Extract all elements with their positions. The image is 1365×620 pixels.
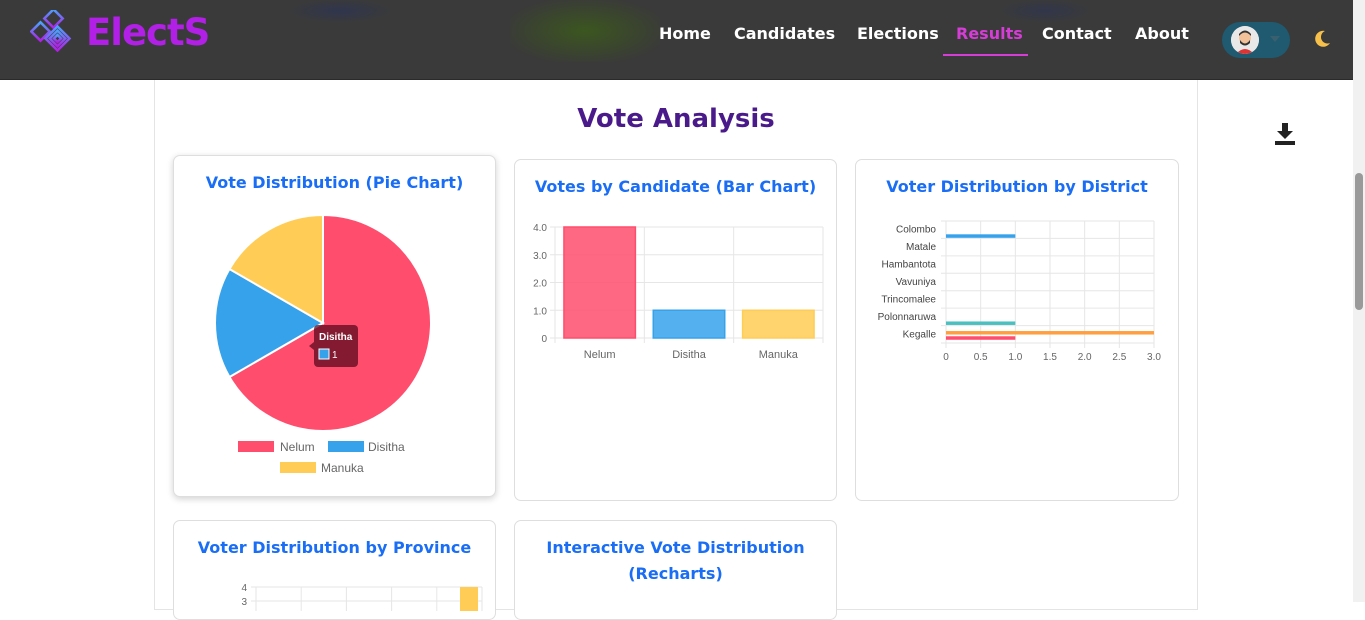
y-tick-label: Trincomalee <box>881 294 936 305</box>
bar-partial[interactable] <box>460 587 478 611</box>
moon-icon[interactable] <box>1312 29 1332 49</box>
legend-label-manuka: Manuka <box>321 461 364 475</box>
user-avatar-icon[interactable] <box>1231 26 1259 54</box>
x-tick-label: 0.5 <box>974 352 988 363</box>
district-chart-card: Voter Distribution by District 0 0.5 1.0 1.… <box>855 159 1179 501</box>
y-tick-label: Polonnaruwa <box>878 312 937 323</box>
x-tick-label: 0 <box>943 352 949 363</box>
nav-link-candidates[interactable]: Candidates <box>734 24 835 43</box>
x-tick-label: 1.5 <box>1043 352 1057 363</box>
tooltip-label: Disitha <box>319 332 353 343</box>
bar-manuka[interactable] <box>741 309 815 339</box>
x-tick-label: 1.0 <box>1008 352 1022 363</box>
province-chart-card: Voter Distribution by Province 43 <box>173 520 496 620</box>
legend-label-disitha: Disitha <box>368 440 405 454</box>
nav-background-glow <box>1000 0 1090 22</box>
y-tick-label: Colombo <box>896 225 936 236</box>
nav-link-contact[interactable]: Contact <box>1042 24 1112 43</box>
recharts-card: Interactive Vote Distribution (Recharts) <box>514 520 837 620</box>
tooltip-value: 1 <box>332 350 338 361</box>
legend-swatch-disitha[interactable] <box>328 441 364 452</box>
y-tick-label: 1.0 <box>533 306 547 317</box>
active-nav-indicator <box>943 54 1028 56</box>
bar-chart[interactable]: 0 1.0 2.0 3.0 4.0 Nelum Disitha Manuka <box>515 160 836 500</box>
y-tick-label: 2.0 <box>533 279 547 290</box>
y-tick-label: Matale <box>906 242 936 253</box>
x-tick-label: Nelum <box>584 349 616 361</box>
y-tick-label: 3.0 <box>533 251 547 262</box>
brand-name[interactable]: ElectS <box>86 11 210 54</box>
card-title: Interactive Vote Distribution <box>546 538 805 557</box>
bar-disitha[interactable] <box>652 309 726 339</box>
bar-kegalle-series-3[interactable] <box>946 336 1016 340</box>
y-tick-label: 4 <box>241 583 247 594</box>
nav-background-glow <box>290 0 390 22</box>
nav-link-about[interactable]: About <box>1135 24 1189 43</box>
y-tick-label: 3 <box>241 597 247 608</box>
legend-swatch-nelum[interactable] <box>238 441 274 452</box>
bar-kegalle-series-2[interactable] <box>946 331 1154 335</box>
bar-chart-card: Votes by Candidate (Bar Chart) 0 1.0 2.0 3.… <box>514 159 837 501</box>
y-tick-label: 4.0 <box>533 223 547 234</box>
nav-link-results[interactable]: Results <box>956 24 1023 43</box>
navbar: ElectS Home Candidates Elections Results… <box>0 0 1353 80</box>
nav-background-glow <box>510 0 660 62</box>
card-title: (Recharts) <box>628 564 723 583</box>
x-tick-label: Disitha <box>672 349 707 361</box>
diamond-logo-icon[interactable] <box>30 10 80 62</box>
x-tick-label: 2.5 <box>1112 352 1126 363</box>
x-tick-label: 3.0 <box>1147 352 1161 363</box>
page-title: Vote Analysis <box>577 104 775 134</box>
pie-chart-card: Vote Distribution (Pie Chart) Disitha 1 Ne… <box>173 155 496 497</box>
y-tick-label: 0 <box>541 334 547 345</box>
y-tick-label: Kegalle <box>903 329 937 340</box>
nav-link-home[interactable]: Home <box>659 24 711 43</box>
y-tick-label: Vavuniya <box>896 277 937 288</box>
province-bar-chart[interactable]: 43 <box>174 521 495 611</box>
download-icon[interactable] <box>1272 121 1298 147</box>
x-tick-label: Manuka <box>759 349 799 361</box>
bar-colombo-series-0[interactable] <box>946 234 1016 238</box>
y-tick-label: Hambantota <box>882 260 937 271</box>
legend-label-nelum: Nelum <box>280 440 315 454</box>
chart-tooltip: Disitha 1 <box>309 325 358 367</box>
x-tick-label: 2.0 <box>1078 352 1092 363</box>
district-bar-chart[interactable]: 0 0.5 1.0 1.5 2.0 2.5 3.0 Colombo Matale Hambanto… <box>856 160 1178 500</box>
chevron-down-icon[interactable] <box>1270 36 1280 42</box>
nav-link-elections[interactable]: Elections <box>857 24 939 43</box>
pie-chart[interactable]: Disitha 1 Nelum Disitha Manuka <box>174 156 495 496</box>
scrollbar-thumb[interactable] <box>1355 173 1363 310</box>
bar-nelum[interactable] <box>563 226 637 339</box>
tooltip-swatch <box>318 348 330 360</box>
bar-polonnaruwa-series-1[interactable] <box>946 321 1016 325</box>
legend-swatch-manuka[interactable] <box>280 462 316 473</box>
